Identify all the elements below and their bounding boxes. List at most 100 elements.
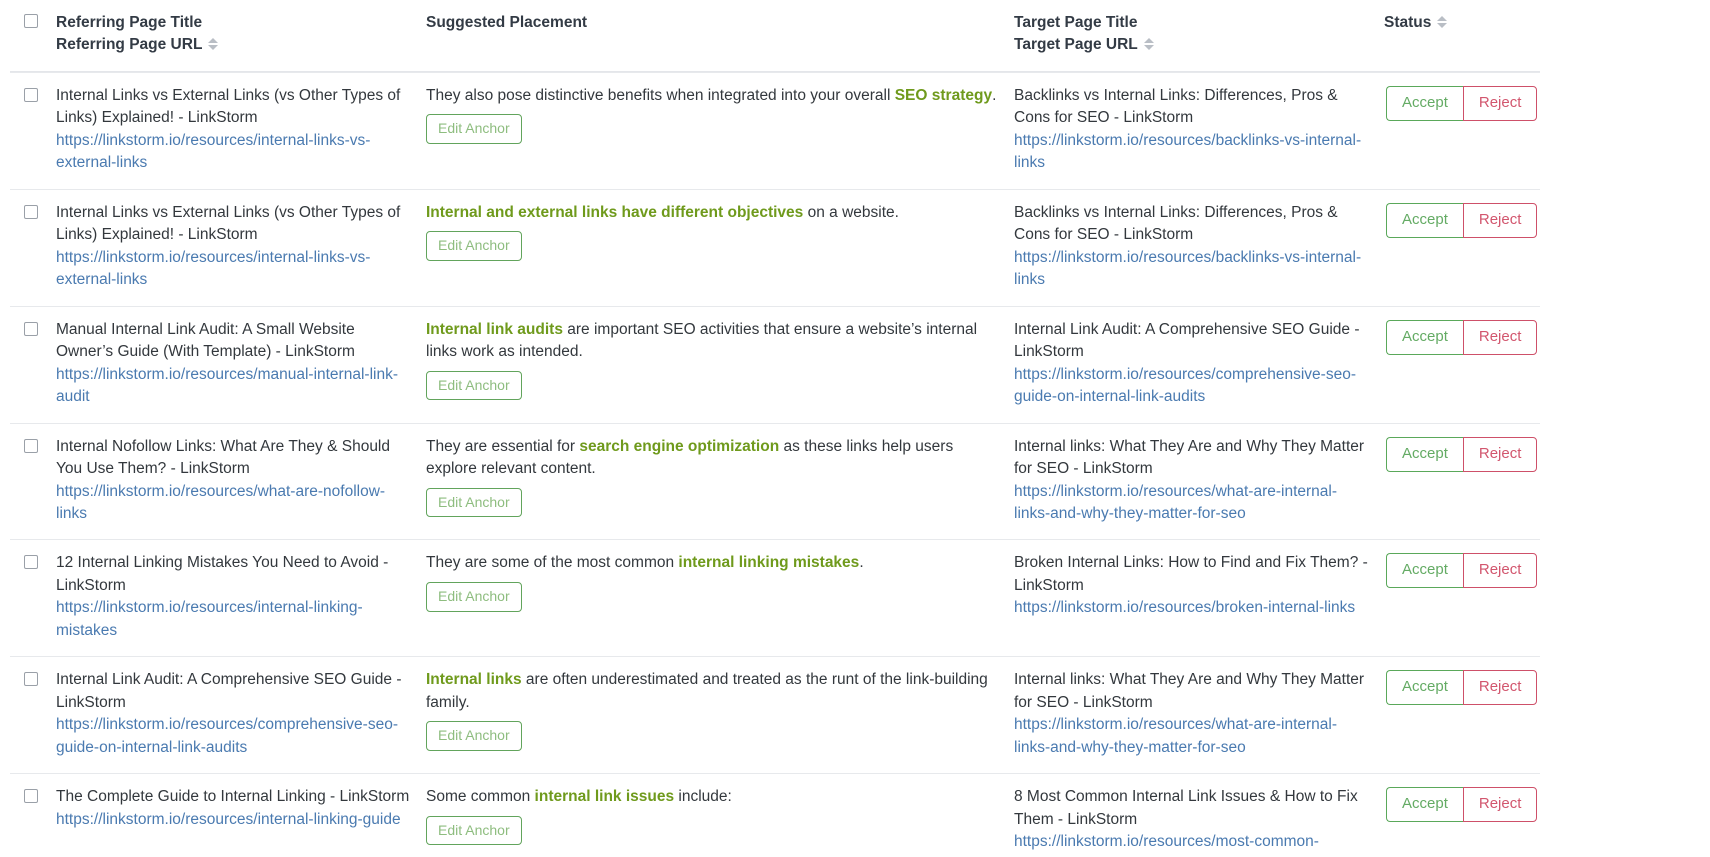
row-select-cell — [10, 422, 48, 540]
reject-button[interactable]: Reject — [1462, 670, 1538, 706]
target-page-cell: Internal Link Audit: A Comprehensive SEO… — [1006, 305, 1376, 424]
row-trailing-space — [1540, 189, 1700, 306]
link-suggestions-table-wrapper: Referring Page Title Referring Page URL … — [10, 0, 1700, 857]
reject-button[interactable]: Reject — [1462, 436, 1538, 472]
accept-button[interactable]: Accept — [1386, 670, 1463, 706]
target-page-url[interactable]: https://linkstorm.io/resources/what-are-… — [1014, 714, 1368, 759]
row-select-checkbox[interactable] — [24, 555, 38, 570]
sort-icon[interactable] — [1143, 37, 1154, 51]
page-root: Referring Page Title Referring Page URL … — [0, 0, 1710, 857]
target-page-title-label: Target Page Title — [1014, 14, 1138, 31]
reject-button[interactable]: Reject — [1462, 85, 1538, 121]
status-cell: Accept Reject — [1376, 773, 1540, 857]
referring-page-url[interactable]: https://linkstorm.io/resources/what-are-… — [56, 481, 410, 526]
row-select-checkbox[interactable] — [24, 438, 38, 453]
suggestion-suffix: on a website. — [803, 203, 899, 221]
row-select-cell — [10, 656, 48, 774]
referring-page-url[interactable]: https://linkstorm.io/resources/internal-… — [56, 809, 410, 831]
reject-button[interactable]: Reject — [1462, 787, 1538, 823]
table-row: The Complete Guide to Internal Linking -… — [10, 773, 1700, 857]
target-page-title: Backlinks vs Internal Links: Differences… — [1014, 203, 1338, 244]
target-page-url[interactable]: https://linkstorm.io/resources/comprehen… — [1014, 364, 1368, 409]
select-all-checkbox[interactable] — [24, 14, 38, 28]
target-page-cell: Backlinks vs Internal Links: Differences… — [1006, 188, 1376, 307]
row-select-cell — [10, 71, 48, 190]
row-trailing-space — [1540, 540, 1700, 657]
reject-button[interactable]: Reject — [1462, 553, 1538, 589]
referring-page-url[interactable]: https://linkstorm.io/resources/manual-in… — [56, 364, 410, 409]
suggestion-prefix: They are some of the most common — [426, 554, 679, 572]
row-select-checkbox[interactable] — [24, 87, 38, 102]
reject-button[interactable]: Reject — [1462, 319, 1538, 355]
accept-button[interactable]: Accept — [1386, 202, 1463, 238]
referring-page-url[interactable]: https://linkstorm.io/resources/internal-… — [56, 597, 410, 642]
referring-page-title-label: Referring Page Title — [56, 14, 203, 31]
referring-page-cell: Internal Links vs External Links (vs Oth… — [48, 188, 418, 307]
sort-icon[interactable] — [1437, 15, 1448, 29]
status-cell: Accept Reject — [1376, 188, 1540, 307]
target-page-url[interactable]: https://linkstorm.io/resources/backlinks… — [1014, 247, 1368, 292]
target-page-url[interactable]: https://linkstorm.io/resources/broken-in… — [1014, 597, 1368, 619]
status-cell: Accept Reject — [1376, 71, 1540, 190]
edit-anchor-button[interactable]: Edit Anchor — [426, 581, 522, 612]
edit-anchor-button[interactable]: Edit Anchor — [426, 114, 522, 145]
suggested-placement-cell: Internal links are often underestimated … — [418, 656, 1006, 774]
edit-anchor-button[interactable]: Edit Anchor — [426, 815, 522, 846]
target-page-url[interactable]: https://linkstorm.io/resources/most-comm… — [1014, 831, 1368, 857]
suggestion-suffix: include: — [674, 788, 732, 806]
row-trailing-space — [1540, 72, 1700, 189]
suggested-placement-cell: They are essential for search engine opt… — [418, 422, 1006, 540]
edit-anchor-button[interactable]: Edit Anchor — [426, 370, 522, 401]
target-page-cell: 8 Most Common Internal Link Issues & How… — [1006, 773, 1376, 857]
column-header-suggested-placement: Suggested Placement — [418, 0, 1006, 72]
accept-button[interactable]: Accept — [1386, 85, 1463, 121]
accept-button[interactable]: Accept — [1386, 319, 1463, 355]
target-page-cell: Internal links: What They Are and Why Th… — [1006, 656, 1376, 774]
sort-icon[interactable] — [208, 37, 219, 51]
select-all-header — [10, 0, 48, 72]
row-trailing-space — [1540, 657, 1700, 774]
reject-button[interactable]: Reject — [1462, 202, 1538, 238]
row-select-checkbox[interactable] — [24, 204, 38, 219]
target-page-title: 8 Most Common Internal Link Issues & How… — [1014, 788, 1358, 828]
suggested-placement-text: Internal links are often underestimated … — [426, 669, 998, 714]
target-page-title: Backlinks vs Internal Links: Differences… — [1014, 86, 1338, 127]
accept-button[interactable]: Accept — [1386, 553, 1463, 589]
suggestion-suffix: . — [859, 554, 864, 572]
anchor-text: search engine optimization — [579, 437, 780, 455]
row-select-checkbox[interactable] — [24, 672, 38, 687]
column-header-referring-page[interactable]: Referring Page Title Referring Page URL — [48, 0, 418, 72]
referring-page-title: Internal Links vs External Links (vs Oth… — [56, 86, 401, 127]
referring-page-title: 12 Internal Linking Mistakes You Need to… — [56, 554, 389, 594]
edit-anchor-button[interactable]: Edit Anchor — [426, 487, 522, 518]
row-trailing-space — [1540, 306, 1700, 423]
suggested-placement-text: They also pose distinctive benefits when… — [426, 85, 998, 107]
target-page-url-label: Target Page URL — [1014, 34, 1368, 56]
table-row: Internal Links vs External Links (vs Oth… — [10, 71, 1700, 190]
row-select-checkbox[interactable] — [24, 321, 38, 336]
suggested-placement-text: Internal link audits are important SEO a… — [426, 319, 998, 364]
row-select-cell — [10, 188, 48, 307]
referring-page-title: Internal Links vs External Links (vs Oth… — [56, 203, 401, 244]
suggested-placement-cell: They are some of the most common interna… — [418, 539, 1006, 657]
referring-page-url[interactable]: https://linkstorm.io/resources/internal-… — [56, 247, 410, 292]
accept-button[interactable]: Accept — [1386, 436, 1463, 472]
target-page-url[interactable]: https://linkstorm.io/resources/what-are-… — [1014, 481, 1368, 526]
suggested-placement-cell: Internal link audits are important SEO a… — [418, 305, 1006, 424]
target-page-title: Internal links: What They Are and Why Th… — [1014, 671, 1365, 711]
accept-button[interactable]: Accept — [1386, 787, 1463, 823]
referring-page-url[interactable]: https://linkstorm.io/resources/internal-… — [56, 130, 410, 175]
row-select-checkbox[interactable] — [24, 789, 38, 804]
target-page-url[interactable]: https://linkstorm.io/resources/backlinks… — [1014, 130, 1368, 175]
referring-page-cell: 12 Internal Linking Mistakes You Need to… — [48, 539, 418, 657]
anchor-text: SEO strategy — [894, 86, 993, 104]
referring-page-title: Manual Internal Link Audit: A Small Webs… — [56, 320, 355, 361]
referring-page-url[interactable]: https://linkstorm.io/resources/comprehen… — [56, 714, 410, 759]
column-header-status[interactable]: Status — [1376, 0, 1540, 72]
status-button-group: Accept Reject — [1386, 553, 1538, 589]
column-header-target-page[interactable]: Target Page Title Target Page URL — [1006, 0, 1376, 72]
status-cell: Accept Reject — [1376, 656, 1540, 774]
status-button-group: Accept Reject — [1386, 85, 1538, 121]
edit-anchor-button[interactable]: Edit Anchor — [426, 231, 522, 262]
edit-anchor-button[interactable]: Edit Anchor — [426, 721, 522, 752]
